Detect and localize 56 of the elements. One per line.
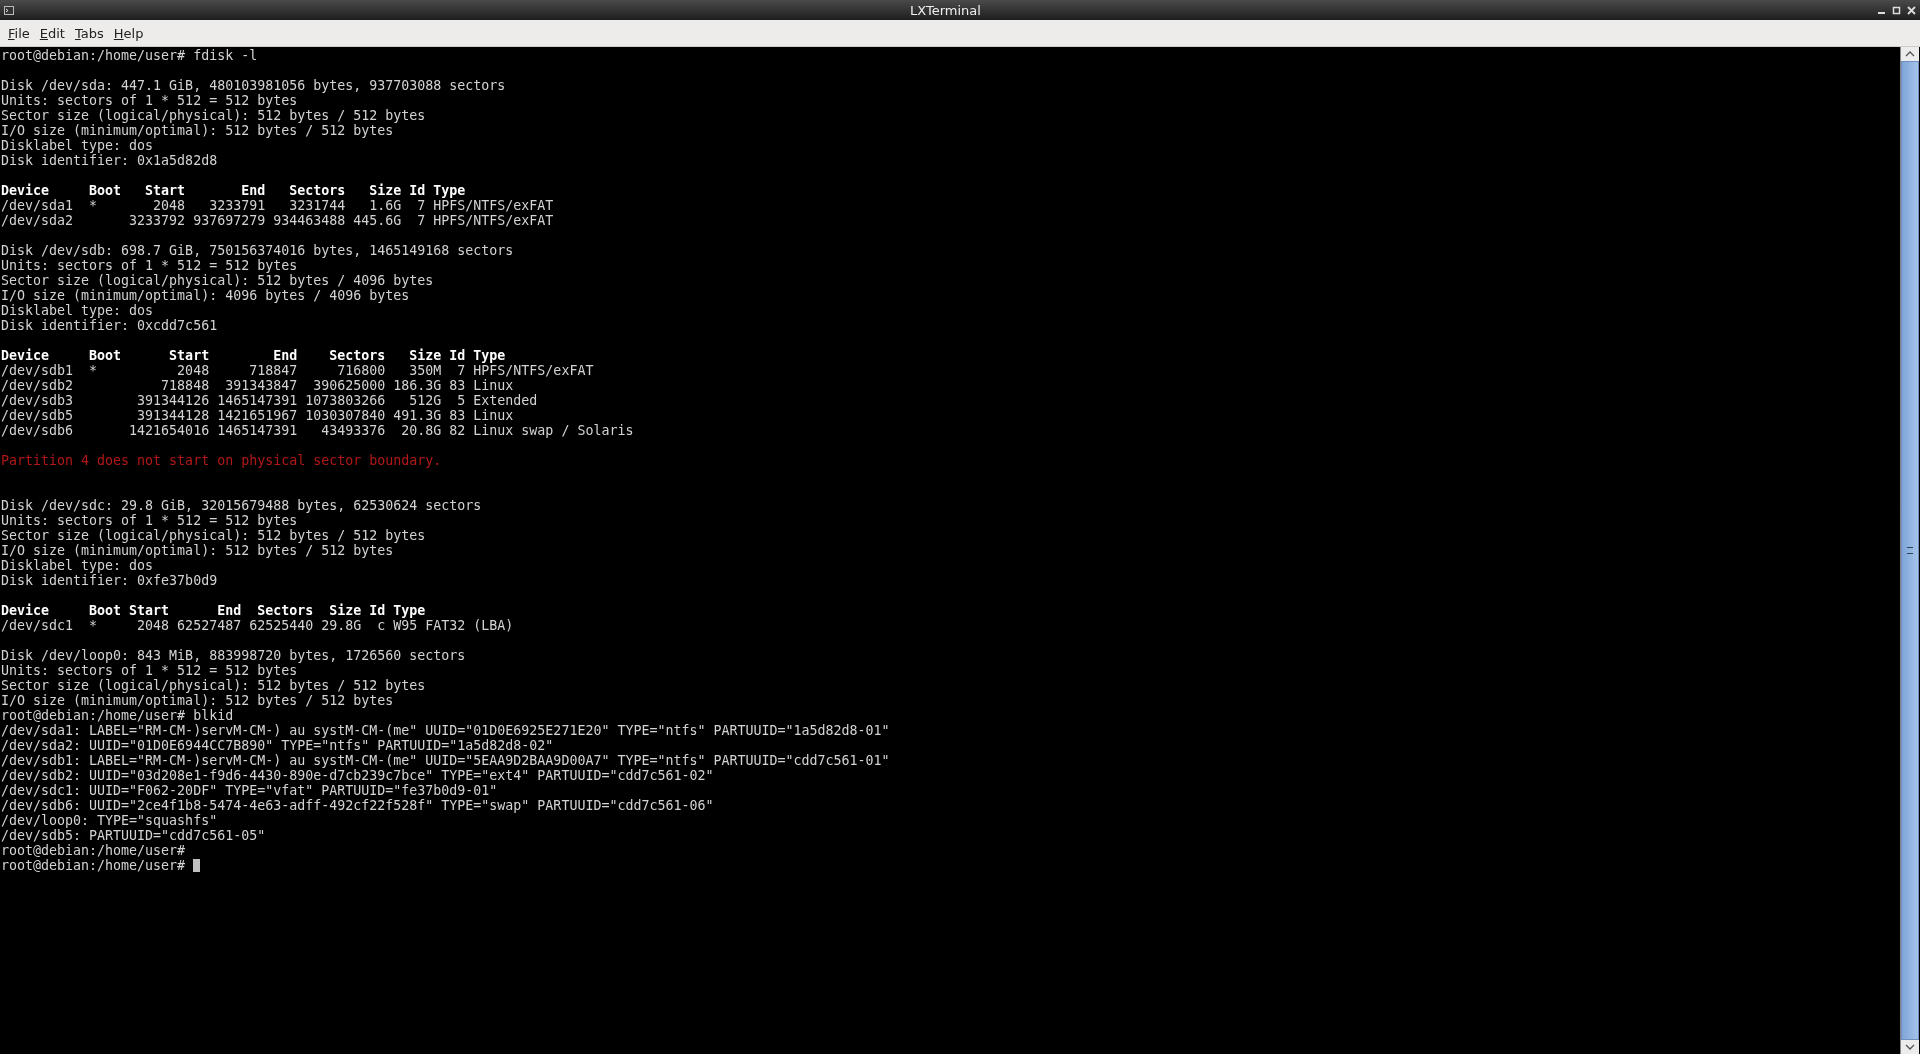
output-line: Disk identifier: 0x1a5d82d8 <box>1 153 219 168</box>
output-line: Units: sectors of 1 * 512 = 512 bytes <box>1 93 299 108</box>
output-line: /dev/sdb5: PARTUUID="cdd7c561-05" <box>1 828 267 843</box>
menu-item[interactable]: Help <box>109 23 148 43</box>
output-line: /dev/sdb5 391344128 1421651967 1030307840 491.3G 83 Linux <box>1 408 515 423</box>
output-line: Disk /dev/loop0: 843 MiB, 883998720 bytes, 1726560 sectors <box>1 648 467 663</box>
terminal-icon <box>4 5 14 15</box>
prompt-line: root@debian:/home/user# <box>1 843 187 858</box>
menu-item[interactable]: Tabs <box>70 23 108 43</box>
output-line: /dev/sdb2: UUID="03d208e1-f9d6-4430-890e-d7cb239c7bce" TYPE="ext4" PARTUUID="cdd7c561-02" <box>1 768 715 783</box>
output-line: Disk /dev/sda: 447.1 GiB, 480103981056 bytes, 937703088 sectors <box>1 78 507 93</box>
output-line: Disk /dev/sdb: 698.7 GiB, 750156374016 bytes, 1465149168 sectors <box>1 243 515 258</box>
output-line: /dev/sda1: LABEL="RM-CM-)servM-CM-) au systM-CM-(me" UUID="01D0E6925E271E20" TYPE="ntfs" PARTUUID="1a5d82d8-01" <box>1 723 891 738</box>
error-message: Partition 4 does not start on physical sector boundary. <box>1 453 443 468</box>
window-title: LXTerminal <box>909 2 982 18</box>
output-line: Disk identifier: 0xcdd7c561 <box>1 318 219 333</box>
table-header-line: Device Boot Start End Sectors Size Id Type <box>1 603 427 618</box>
prompt-line: root@debian:/home/user# fdisk -l <box>1 48 259 63</box>
output-line: I/O size (minimum/optimal): 4096 bytes / 4096 bytes <box>1 288 411 303</box>
table-header-line: Device Boot Start End Sectors Size Id Type <box>1 348 507 363</box>
close-icon[interactable] <box>1907 5 1916 15</box>
output-line: Sector size (logical/physical): 512 bytes / 512 bytes <box>1 108 427 123</box>
output-line: I/O size (minimum/optimal): 512 bytes / 512 bytes <box>1 123 395 138</box>
prompt-line: root@debian:/home/user# blkid <box>1 708 235 723</box>
output-line: /dev/sdb6 1421654016 1465147391 43493376 20.8G 82 Linux swap / Solaris <box>1 423 635 438</box>
scroll-down-icon[interactable] <box>1901 1040 1919 1054</box>
output-line: Sector size (logical/physical): 512 bytes / 512 bytes <box>1 678 427 693</box>
output-line: Units: sectors of 1 * 512 = 512 bytes <box>1 663 299 678</box>
output-line: Sector size (logical/physical): 512 bytes / 4096 bytes <box>1 273 435 288</box>
output-line: I/O size (minimum/optimal): 512 bytes / 512 bytes <box>1 543 395 558</box>
output-line: /dev/sdb1 * 2048 718847 716800 350M 7 HPFS/NTFS/exFAT <box>1 363 595 378</box>
output-line: /dev/sdb2 718848 391343847 390625000 186.3G 83 Linux <box>1 378 515 393</box>
output-line: Disklabel type: dos <box>1 138 155 153</box>
menu-item[interactable]: Edit <box>35 23 69 43</box>
output-line: Disklabel type: dos <box>1 558 155 573</box>
output-line: /dev/sda1 * 2048 3233791 3231744 1.6G 7 HPFS/NTFS/exFAT <box>1 198 555 213</box>
output-line: Disk identifier: 0xfe37b0d9 <box>1 573 219 588</box>
table-header-line: Device Boot Start End Sectors Size Id Type <box>1 183 467 198</box>
scroll-up-icon[interactable] <box>1901 47 1919 61</box>
output-line: /dev/sdb1: LABEL="RM-CM-)servM-CM-) au systM-CM-(me" UUID="5EAA9D2BAA9D00A7" TYPE="ntfs" PARTUUID="cdd7c561-01" <box>1 753 891 768</box>
menu-item[interactable]: File <box>4 23 34 43</box>
maximize-icon[interactable] <box>1892 5 1901 15</box>
output-line: /dev/sdc1: UUID="F062-20DF" TYPE="vfat" PARTUUID="fe37b0d9-01" <box>1 783 499 798</box>
output-line: I/O size (minimum/optimal): 512 bytes / 512 bytes <box>1 693 395 708</box>
output-line: /dev/sdb6: UUID="2ce4f1b8-5474-4e63-adff-492cf22f528f" TYPE="swap" PARTUUID="cdd7c561-06" <box>1 798 715 813</box>
output-line: Disk /dev/sdc: 29.8 GiB, 32015679488 bytes, 62530624 sectors <box>1 498 483 513</box>
output-line: Disklabel type: dos <box>1 303 155 318</box>
output-line: /dev/sdb3 391344126 1465147391 1073803266 512G 5 Extended <box>1 393 539 408</box>
output-line: /dev/sda2 3233792 937697279 934463488 445.6G 7 HPFS/NTFS/exFAT <box>1 213 555 228</box>
prompt-line: root@debian:/home/user# <box>1 858 1899 873</box>
output-line: Sector size (logical/physical): 512 bytes / 512 bytes <box>1 528 427 543</box>
output-line: /dev/loop0: TYPE="squashfs" <box>1 813 219 828</box>
output-line: /dev/sda2: UUID="01D0E6944CC7B890" TYPE="ntfs" PARTUUID="1a5d82d8-02" <box>1 738 555 753</box>
output-line: Units: sectors of 1 * 512 = 512 bytes <box>1 258 299 273</box>
output-line: Units: sectors of 1 * 512 = 512 bytes <box>1 513 299 528</box>
output-line: /dev/sdc1 * 2048 62527487 62525440 29.8G c W95 FAT32 (LBA) <box>1 618 515 633</box>
